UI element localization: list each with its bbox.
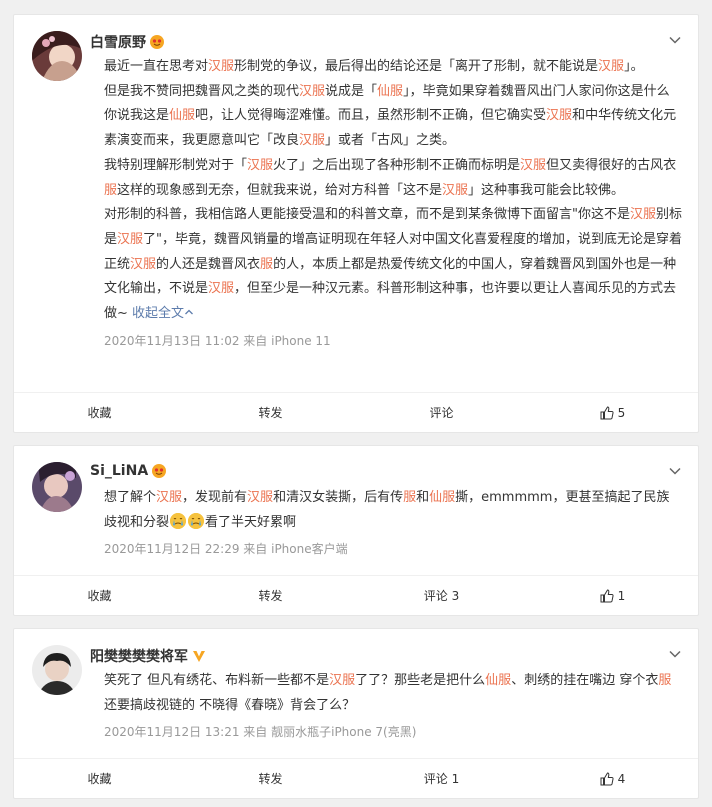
keyword-link[interactable]: 汉服 <box>208 59 234 74</box>
post-text: 了了？那些老是把什么 <box>355 673 486 688</box>
comment-button[interactable]: 评论 1 <box>356 759 527 798</box>
post-text: 但又卖得很好的古风衣 <box>546 157 677 173</box>
favorite-button[interactable]: 收藏 <box>14 576 185 615</box>
crying-emoji-icon <box>188 512 205 529</box>
keyword-link[interactable]: 服 <box>104 183 117 198</box>
keyword-link[interactable]: 汉服 <box>546 108 572 123</box>
post-meta: 2020年11月13日 11:02 来自 iPhone 11 <box>104 333 331 348</box>
keyword-link[interactable]: 汉服 <box>247 158 273 173</box>
action-bar: 收藏 转发 评论 3 1 <box>14 575 698 615</box>
post-text: 吧，让人觉得晦涩难懂。而且，虽然形制不正确，但它确实受 <box>195 108 547 124</box>
keyword-link[interactable]: 汉服 <box>299 84 325 99</box>
keyword-link[interactable]: 汉服 <box>520 158 546 173</box>
post-text: 说成是「 <box>325 83 378 99</box>
post-card: Si_LiNA 想了解个汉服，发现前有汉服和清汉女装撕，后有传服和仙服撕，emm… <box>13 445 699 616</box>
keyword-link[interactable]: 仙服 <box>169 108 195 123</box>
post-text: 最近一直在思考对 <box>104 59 209 74</box>
post-meta: 2020年11月12日 13:21 来自 靓丽水瓶子iPhone 7(亮黑) <box>104 725 417 740</box>
like-button[interactable]: 5 <box>527 393 698 432</box>
post-text: 和清汉女装撕，后有传 <box>273 490 404 505</box>
post-content: 想了解个汉服，发现前有汉服和清汉女装撕，后有传服和仙服撕，emmmmm，更甚至搞… <box>104 486 682 535</box>
post-paragraph: 笑死了 但凡有绣花、布料新一些都不是汉服了了？那些老是把什么仙服、刺绣的挂在嘴边… <box>104 669 682 718</box>
crying-emoji-icon <box>170 512 187 529</box>
action-bar: 收藏 转发 评论 5 <box>14 392 698 432</box>
keyword-link[interactable]: 汉服 <box>130 257 156 272</box>
post-text: 」这种事我可能会比较佛。 <box>468 182 625 198</box>
post-text: 想了解个 <box>104 490 157 505</box>
repost-button[interactable]: 转发 <box>185 393 356 432</box>
keyword-link[interactable]: 汉服 <box>329 673 355 688</box>
favorite-button[interactable]: 收藏 <box>14 393 185 432</box>
post-text: 但是我不赞同把魏晋风之类的现代 <box>104 83 300 99</box>
repost-button[interactable]: 转发 <box>185 576 356 615</box>
keyword-link[interactable]: 汉服 <box>630 207 656 222</box>
keyword-link[interactable]: 汉服 <box>117 232 143 247</box>
post-text: 火了」之后出现了各种形制不正确而标明是 <box>273 157 521 173</box>
post-meta: 2020年11月12日 22:29 来自 iPhone客户端 <box>104 542 348 557</box>
keyword-link[interactable]: 服 <box>658 673 671 688</box>
keyword-link[interactable]: 汉服 <box>156 490 182 505</box>
keyword-link[interactable]: 仙服 <box>485 673 511 688</box>
like-button[interactable]: 1 <box>527 576 698 615</box>
keyword-link[interactable]: 仙服 <box>429 490 455 505</box>
keyword-link[interactable]: 汉服 <box>598 59 624 74</box>
thumbs-up-icon <box>600 771 614 785</box>
post-text: 看了半天好累啊 <box>205 514 297 530</box>
post-card: 白雪原野 最近一直在思考对汉服形制党的争议，最后得出的结论还是「离开了形制，就不… <box>13 14 699 433</box>
keyword-link[interactable]: 汉服 <box>247 490 273 505</box>
post-text: 」或者「古风」之类。 <box>325 133 456 149</box>
post-text: 这样的现象感到无奈，但就我来说，给对方科普「这不是 <box>117 182 443 198</box>
keyword-link[interactable]: 汉服 <box>442 183 468 198</box>
post-text: 我特别理解形制党对于「 <box>104 157 248 173</box>
post-text: 、刺绣的挂在嘴边 穿个衣 <box>511 673 659 688</box>
post-text: ，发现前有 <box>182 490 248 505</box>
post-content: 笑死了 但凡有绣花、布料新一些都不是汉服了了？那些老是把什么仙服、刺绣的挂在嘴边… <box>104 669 682 718</box>
comment-button[interactable]: 评论 <box>356 393 527 432</box>
post-paragraph: 我特别理解形制党对于「汉服火了」之后出现了各种形制不正确而标明是汉服但又卖得很好… <box>104 154 682 203</box>
post-text: 」。 <box>624 59 644 74</box>
post-paragraph: 最近一直在思考对汉服形制党的争议，最后得出的结论还是「离开了形制，就不能说是汉服… <box>104 55 682 80</box>
keyword-link[interactable]: 仙服 <box>377 84 403 99</box>
favorite-button[interactable]: 收藏 <box>14 759 185 798</box>
thumbs-up-icon <box>600 405 614 419</box>
comment-button[interactable]: 评论 3 <box>356 576 527 615</box>
post-paragraph: 但是我不赞同把魏晋风之类的现代汉服说成是「仙服」，毕竟如果穿着魏晋风出门人家问你… <box>104 80 682 154</box>
keyword-link[interactable]: 服 <box>260 257 273 272</box>
like-button[interactable]: 4 <box>527 759 698 798</box>
chevron-up-icon[interactable] <box>184 306 194 321</box>
keyword-link[interactable]: 汉服 <box>208 281 234 296</box>
keyword-link[interactable]: 服 <box>403 490 416 505</box>
action-bar: 收藏 转发 评论 1 4 <box>14 758 698 798</box>
keyword-link[interactable]: 汉服 <box>299 133 325 148</box>
post-text: 形制党的争议，最后得出的结论还是「离开了形制，就不能说是 <box>234 59 599 74</box>
post-text: 和 <box>416 490 430 505</box>
post-text: 笑死了 但凡有绣花、布料新一些都不是 <box>104 673 330 688</box>
repost-button[interactable]: 转发 <box>185 759 356 798</box>
collapse-link[interactable]: 收起全文 <box>132 306 184 321</box>
thumbs-up-icon <box>600 588 614 602</box>
post-content: 最近一直在思考对汉服形制党的争议，最后得出的结论还是「离开了形制，就不能说是汉服… <box>104 55 682 327</box>
post-paragraph: 对形制的科普，我相信路人更能接受温和的科普文章，而不是到某条微博下面留言"你这不… <box>104 203 682 327</box>
post-card: 阳樊樊樊樊将军 笑死了 但凡有绣花、布料新一些都不是汉服了了？那些老是把什么仙服… <box>13 628 699 799</box>
post-text: 还要搞歧视链的 不晓得《春晓》背会了么？ <box>104 697 356 713</box>
post-text: 的人还是魏晋风衣 <box>156 256 261 272</box>
post-paragraph: 想了解个汉服，发现前有汉服和清汉女装撕，后有传服和仙服撕，emmmmm，更甚至搞… <box>104 486 682 535</box>
post-text: 对形制的科普，我相信路人更能接受温和的科普文章，而不是到某条微博下面留言"你这不… <box>104 207 630 223</box>
